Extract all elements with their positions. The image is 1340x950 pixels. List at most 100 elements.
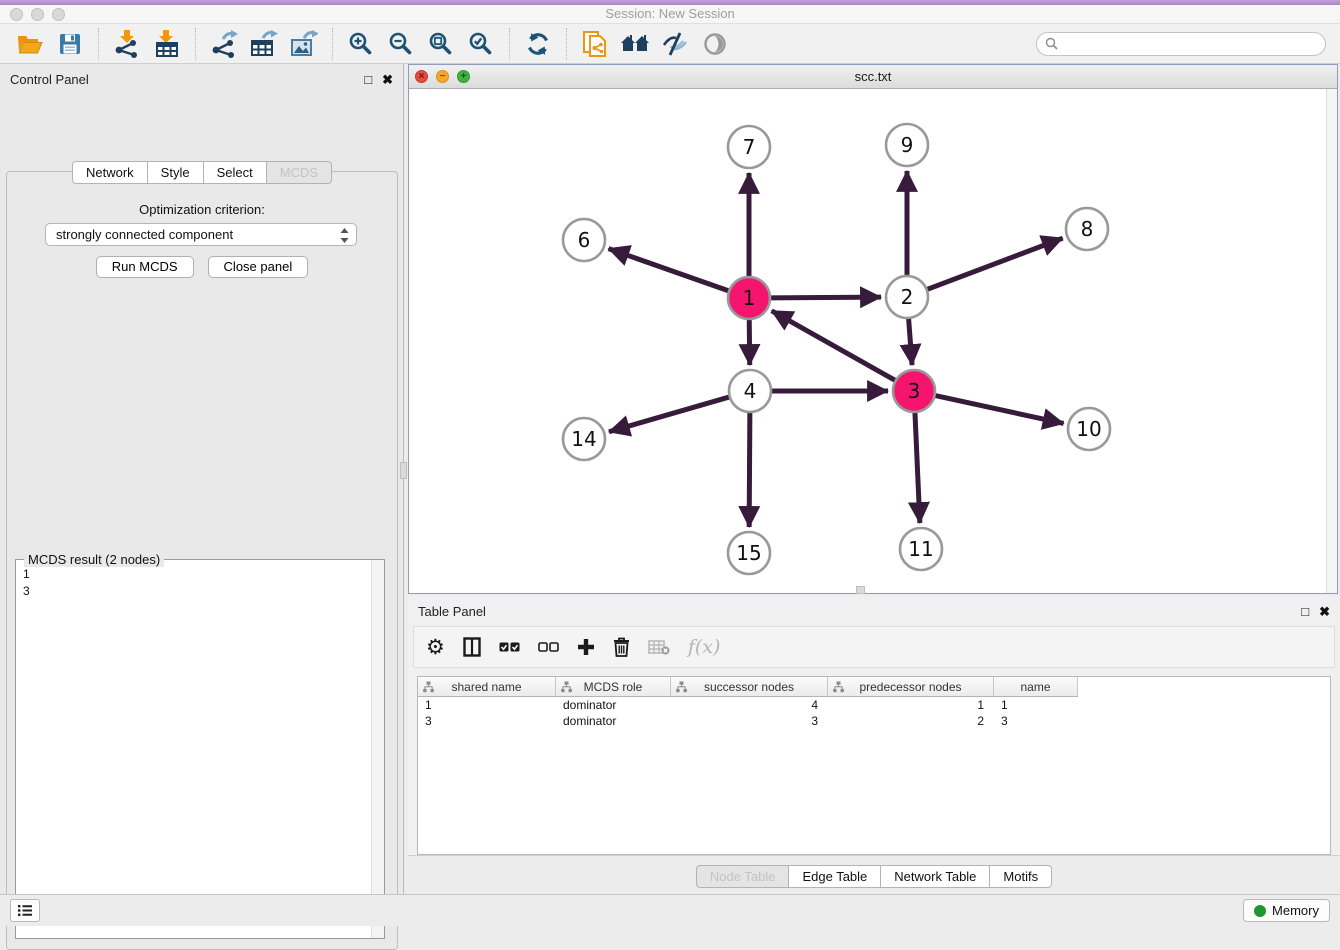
graph-edge-1-4[interactable] [749, 318, 750, 365]
memory-label: Memory [1272, 903, 1319, 918]
close-table-panel-icon[interactable]: ✖ [1319, 605, 1330, 618]
search-input[interactable] [1063, 37, 1317, 51]
table-tab-node-table[interactable]: Node Table [696, 865, 790, 888]
vertical-splitter-handle[interactable] [400, 462, 407, 479]
memory-button[interactable]: Memory [1243, 899, 1330, 922]
import-table-icon[interactable] [150, 28, 184, 60]
network-scrollbar[interactable] [1326, 89, 1337, 593]
table-settings-icon[interactable]: ⚙ [426, 633, 445, 661]
column-header-name[interactable]: name [994, 677, 1078, 696]
table-tab-motifs[interactable]: Motifs [990, 865, 1052, 888]
graph-node-14[interactable]: 14 [563, 418, 605, 460]
export-table-icon[interactable] [247, 28, 281, 60]
tab-network[interactable]: Network [72, 161, 148, 184]
zoom-out-icon[interactable] [384, 28, 418, 60]
graph-node-6[interactable]: 6 [563, 219, 605, 261]
tab-mcds[interactable]: MCDS [267, 161, 332, 184]
network-window-title: scc.txt [409, 69, 1337, 84]
save-session-icon[interactable] [53, 28, 87, 60]
deselect-all-icon[interactable] [538, 633, 559, 661]
cell-shared-name[interactable]: 1 [418, 697, 556, 713]
memory-status-icon [1254, 905, 1266, 917]
cell-name[interactable]: 1 [994, 697, 1078, 713]
graph-edge-4-15[interactable] [749, 411, 750, 527]
table-tabs-row: Node TableEdge TableNetwork TableMotifs [408, 865, 1340, 888]
graph-edge-2-3[interactable] [908, 317, 912, 365]
close-panel-button[interactable]: Close panel [208, 256, 309, 278]
graph-node-8[interactable]: 8 [1066, 208, 1108, 250]
show-columns-icon[interactable] [463, 633, 481, 661]
graph-edge-3-1[interactable] [772, 311, 897, 381]
cell-name[interactable]: 3 [994, 713, 1078, 729]
horizontal-splitter-handle[interactable] [856, 586, 865, 594]
cell-predecessor-nodes[interactable]: 2 [828, 713, 994, 729]
graph-node-2[interactable]: 2 [886, 276, 928, 318]
graph-node-15[interactable]: 15 [728, 532, 770, 574]
delete-row-icon[interactable] [613, 633, 630, 661]
column-header-mcds-role[interactable]: MCDS role [556, 677, 671, 696]
export-image-icon[interactable] [287, 28, 321, 60]
add-row-icon[interactable] [577, 633, 595, 661]
graph-edge-2-8[interactable] [926, 238, 1063, 290]
zoom-selected-icon[interactable] [464, 28, 498, 60]
app-title: Session: New Session [0, 6, 1340, 21]
criterion-dropdown-value: strongly connected component [56, 227, 233, 242]
tab-style[interactable]: Style [148, 161, 204, 184]
zoom-in-icon[interactable] [344, 28, 378, 60]
table-toolbar: ⚙ f(x) [413, 626, 1335, 668]
network-window-titlebar[interactable]: × − + scc.txt [409, 65, 1337, 89]
graph-edge-1-6[interactable] [609, 249, 731, 292]
toolbar-separator [98, 28, 99, 60]
network-canvas[interactable]: 7 9 6 8 1 2 4 3 14 10 15 11 [409, 89, 1337, 593]
column-header-successor-nodes[interactable]: successor nodes [671, 677, 828, 696]
table-row[interactable]: 3dominator323 [418, 713, 1330, 729]
graph-node-9[interactable]: 9 [886, 124, 928, 166]
mcds-result-text[interactable]: 13 [16, 563, 370, 938]
graph-node-7[interactable]: 7 [728, 126, 770, 168]
float-panel-icon[interactable]: □ [364, 73, 372, 86]
close-panel-icon[interactable]: ✖ [382, 73, 393, 86]
result-scrollbar[interactable] [371, 560, 384, 938]
table-row[interactable]: 1dominator411 [418, 697, 1330, 713]
graph-node-1[interactable]: 1 [728, 277, 770, 319]
graph-node-3[interactable]: 3 [893, 370, 935, 412]
column-header-shared-name[interactable]: shared name [418, 677, 556, 696]
toolbar-separator [509, 28, 510, 60]
task-history-button[interactable] [10, 899, 40, 922]
cell-mcds-role[interactable]: dominator [556, 713, 671, 729]
search-box[interactable] [1036, 32, 1326, 56]
cell-successor-nodes[interactable]: 4 [671, 697, 828, 713]
optimization-criterion-label: Optimization criterion: [7, 202, 397, 217]
export-network-icon[interactable] [207, 28, 241, 60]
criterion-dropdown[interactable]: strongly connected component [45, 223, 357, 246]
network-graph[interactable]: 7 9 6 8 1 2 4 3 14 10 15 11 [409, 89, 1337, 593]
graph-edge-3-11[interactable] [915, 411, 920, 523]
cell-predecessor-nodes[interactable]: 1 [828, 697, 994, 713]
graph-node-10[interactable]: 10 [1068, 408, 1110, 450]
open-session-icon[interactable] [13, 28, 47, 60]
cell-successor-nodes[interactable]: 3 [671, 713, 828, 729]
graph-node-4[interactable]: 4 [729, 370, 771, 412]
graph-edge-1-2[interactable] [769, 297, 881, 298]
cell-shared-name[interactable]: 3 [418, 713, 556, 729]
refresh-layout-icon[interactable] [521, 28, 555, 60]
node-table[interactable]: shared nameMCDS rolesuccessor nodesprede… [417, 676, 1331, 855]
graph-edge-4-14[interactable] [609, 397, 731, 432]
table-tab-network-table[interactable]: Network Table [881, 865, 990, 888]
home-view-icon[interactable] [618, 28, 652, 60]
float-table-panel-icon[interactable]: □ [1301, 605, 1309, 618]
select-all-icon[interactable] [499, 633, 520, 661]
cell-mcds-role[interactable]: dominator [556, 697, 671, 713]
hide-view-icon[interactable] [658, 28, 692, 60]
zoom-fit-icon[interactable] [424, 28, 458, 60]
clone-network-icon[interactable] [578, 28, 612, 60]
column-header-predecessor-nodes[interactable]: predecessor nodes [828, 677, 994, 696]
graph-node-11[interactable]: 11 [900, 528, 942, 570]
graph-edge-3-10[interactable] [934, 395, 1064, 423]
run-mcds-button[interactable]: Run MCDS [96, 256, 194, 278]
show-view-icon[interactable] [698, 28, 732, 60]
table-tab-edge-table[interactable]: Edge Table [789, 865, 881, 888]
tab-select[interactable]: Select [204, 161, 267, 184]
import-network-icon[interactable] [110, 28, 144, 60]
apply-function-icon: f(x) [688, 633, 721, 661]
